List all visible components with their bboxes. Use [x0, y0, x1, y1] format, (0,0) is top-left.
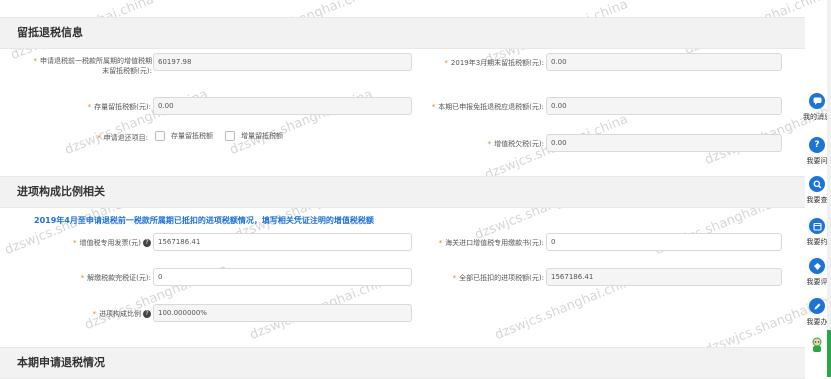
field-label-vat-arrears: * 增值税欠税(元):	[487, 140, 544, 148]
field-label-total-deducted: * 全部已抵扣的进项税额(元):	[452, 274, 544, 282]
stock-credit-checkbox[interactable]	[155, 131, 165, 141]
refund-item-options: 存量留抵税额 增量留抵税额	[155, 131, 283, 141]
increment-credit-option-label: 增量留抵税额	[241, 132, 283, 140]
increment-credit-checkbox[interactable]	[225, 131, 235, 141]
field-label-tax-payment-certificate: * 解缴税款完税证(元):	[80, 274, 151, 282]
required-marker: *	[444, 59, 448, 67]
help-icon[interactable]: ?	[143, 239, 151, 247]
vat-arrears-input[interactable]: 0.00	[546, 134, 782, 152]
section-header-input-ratio	[0, 176, 805, 208]
input-tax-notice: 2019年4月至申请退税前一税款所属期已抵扣的进项税额情况，填写相关凭证注明的增…	[34, 216, 374, 225]
scrollbar-thumb[interactable]	[827, 330, 831, 377]
declared-refund-input[interactable]: 0.00	[546, 97, 782, 115]
required-marker: *	[97, 134, 101, 142]
page-scrollbar[interactable]	[827, 0, 831, 377]
march-credit-input[interactable]: 0.00	[546, 53, 782, 71]
required-marker: *	[438, 239, 443, 247]
calendar-icon	[809, 218, 825, 234]
input-ratio-input[interactable]: 100.000000%	[153, 304, 412, 322]
field-label-refund-item: * 申请退还项目:	[97, 134, 148, 142]
required-marker: *	[73, 239, 77, 247]
required-marker: *	[80, 274, 85, 282]
section-header-refund-info	[0, 17, 805, 49]
required-marker: *	[92, 310, 97, 318]
total-deducted-input[interactable]: 1567186.41	[546, 268, 782, 286]
stock-credit-option-label: 存量留抵税额	[171, 132, 213, 140]
vat-invoice-input[interactable]: 1567186.41	[153, 233, 412, 251]
field-label-declared-refund: * 本期已申报免抵退税应退税额(元):	[431, 103, 544, 111]
field-label-input-ratio: * 进项构成比例?	[40, 309, 151, 319]
required-marker: *	[87, 103, 92, 111]
required-marker: *	[33, 57, 38, 65]
field-label-stock-credit: * 存量留抵税额(元):	[87, 103, 151, 111]
section-title-refund-info: 留抵退税信息	[17, 26, 83, 39]
required-marker: *	[487, 140, 492, 148]
rate-icon	[809, 258, 825, 274]
edit-icon	[809, 298, 825, 314]
section-title-current-refund: 本期申请退税情况	[17, 356, 105, 369]
field-label-march-credit: * 2019年3月期末留抵税额(元):	[444, 59, 544, 67]
required-marker: *	[431, 103, 436, 111]
search-icon	[809, 176, 825, 192]
section-header-current-refund	[0, 347, 805, 379]
question-icon: ?	[809, 137, 825, 153]
customs-voucher-input[interactable]: 0	[546, 233, 782, 251]
prior-period-credit-input[interactable]: 60197.98	[153, 53, 412, 71]
field-label-prior-period-credit: * 申请退税前一税款所属期的增值税期 末留抵税额(元):	[33, 57, 153, 75]
help-icon[interactable]: ?	[143, 310, 151, 318]
tax-payment-certificate-input[interactable]: 0	[153, 268, 412, 286]
required-marker: *	[452, 274, 457, 282]
section-title-input-ratio: 进项构成比例相关	[17, 185, 105, 198]
field-label-vat-invoice: * 增值税专用发票(元)?	[40, 238, 151, 248]
field-label-customs-voucher: * 海关进口增值税专用缴款书(元):	[438, 239, 544, 247]
stock-credit-input[interactable]: 0.00	[153, 97, 412, 115]
message-icon	[809, 93, 825, 109]
